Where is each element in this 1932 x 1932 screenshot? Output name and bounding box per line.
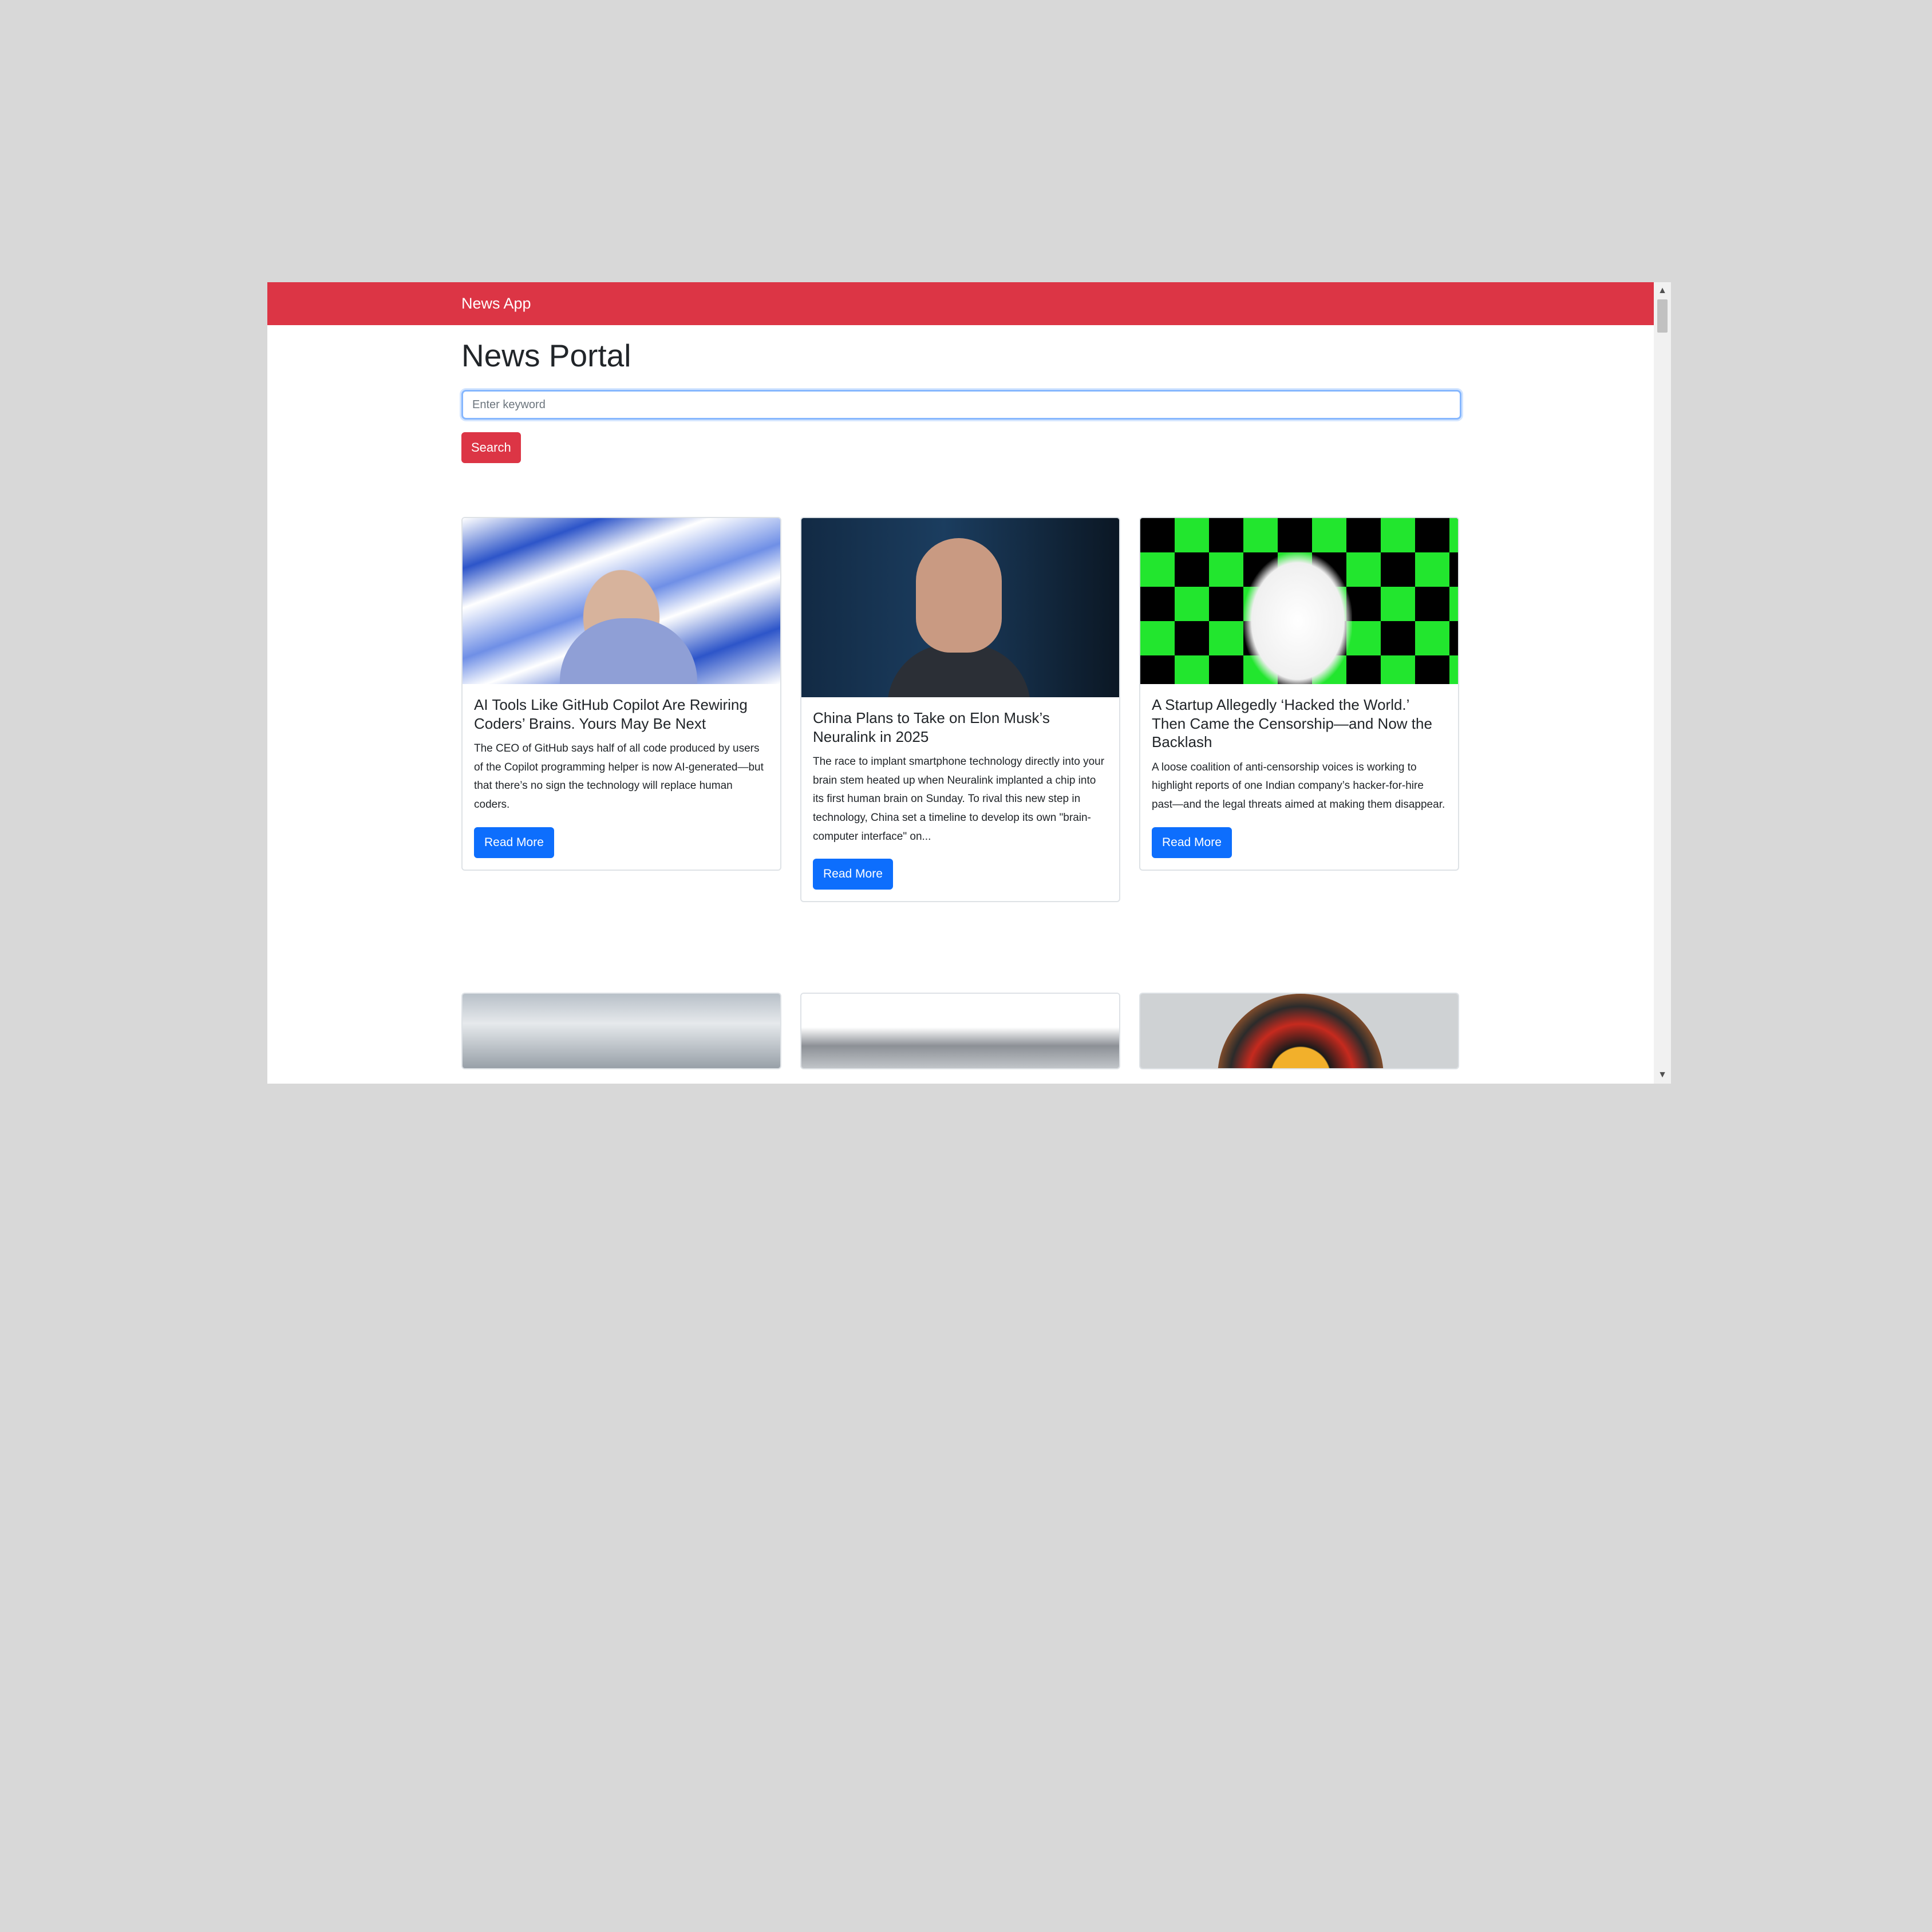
vertical-scrollbar[interactable]: ▲ ▼ — [1654, 282, 1671, 1084]
article-title: AI Tools Like GitHub Copilot Are Rewirin… — [474, 696, 748, 732]
navbar: News App — [267, 282, 1654, 325]
scroll-down-arrow-icon[interactable]: ▼ — [1654, 1066, 1671, 1084]
card-body: AI Tools Like GitHub Copilot Are Rewirin… — [463, 684, 780, 870]
read-more-button[interactable]: Read More — [1152, 827, 1232, 858]
search-button[interactable]: Search — [461, 432, 521, 463]
browser-viewport: News App News Portal Search AI Tools Lik… — [267, 282, 1671, 1084]
article-description: The CEO of GitHub says half of all code … — [474, 742, 764, 811]
article-description: The race to implant smartphone technolog… — [813, 756, 1105, 843]
article-card: A Startup Allegedly ‘Hacked the World.’ … — [1139, 517, 1459, 871]
article-image — [801, 518, 1119, 697]
card-body: A Startup Allegedly ‘Hacked the World.’ … — [1140, 684, 1458, 870]
image-figure — [916, 538, 1002, 653]
article-title: A Startup Allegedly ‘Hacked the World.’ … — [1152, 696, 1432, 750]
article-image — [1140, 994, 1458, 1068]
article-card — [461, 993, 781, 1069]
scroll-up-arrow-icon[interactable]: ▲ — [1654, 282, 1671, 299]
search-input[interactable] — [461, 390, 1461, 420]
image-figure — [1243, 552, 1352, 684]
article-card: AI Tools Like GitHub Copilot Are Rewirin… — [461, 517, 781, 871]
image-figure — [560, 618, 697, 684]
article-card — [800, 993, 1120, 1069]
page-area: News App News Portal Search AI Tools Lik… — [267, 282, 1654, 1084]
read-more-button[interactable]: Read More — [474, 827, 554, 858]
read-more-button[interactable]: Read More — [813, 859, 893, 890]
article-image — [463, 518, 780, 684]
card-body: China Plans to Take on Elon Musk’s Neura… — [801, 697, 1119, 901]
article-image — [801, 994, 1119, 1068]
article-description: A loose coalition of anti-censorship voi… — [1152, 761, 1445, 811]
image-figure — [1218, 994, 1384, 1068]
article-image — [1140, 518, 1458, 684]
article-title: China Plans to Take on Elon Musk’s Neura… — [813, 709, 1050, 745]
page-title: News Portal — [461, 338, 631, 373]
scrollbar-thumb[interactable] — [1657, 299, 1668, 333]
navbar-brand[interactable]: News App — [461, 282, 531, 325]
article-card: China Plans to Take on Elon Musk’s Neura… — [800, 517, 1120, 903]
article-image — [463, 994, 780, 1068]
article-card — [1139, 993, 1459, 1069]
